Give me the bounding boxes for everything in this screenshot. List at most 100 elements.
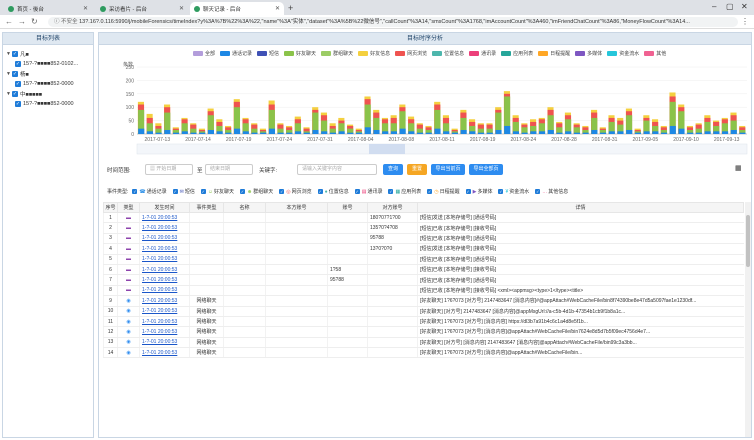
time-link[interactable]: 1-?-01 20:00:53 (142, 235, 177, 241)
time-cell[interactable]: 1-?-01 20:00:53 (139, 337, 190, 349)
tree-node[interactable]: ▼ ✓ 杨■ (6, 69, 90, 79)
event-type-option[interactable]: ✓ ● 位置信息 (317, 188, 349, 195)
time-link[interactable]: 1-?-01 20:00:53 (142, 308, 177, 314)
forward-icon[interactable]: → (18, 17, 26, 26)
table-row[interactable]: 12 ◉ 1-?-01 20:00:53 网络聊天 [好友聊天] 1?6?073 [对方… (103, 326, 744, 338)
event-type-option[interactable]: ✓ ▤ 通讯录 (354, 188, 382, 195)
legend-item[interactable]: 资金流水 (607, 49, 639, 57)
column-header[interactable]: 事件类型 (189, 202, 224, 213)
legend-item[interactable]: 通话记录 (220, 49, 252, 57)
legend-item[interactable]: 位置信息 (432, 49, 464, 57)
event-type-option[interactable]: ✓ ▦ 应用列表 (388, 188, 421, 195)
new-tab-icon[interactable]: + (288, 3, 293, 13)
column-header[interactable]: 名称 (223, 202, 266, 213)
checkbox[interactable]: ✓ (279, 189, 285, 194)
table-row[interactable]: 1 ▬ 1-?-01 20:00:53 180?07?1?00 [短信]发送 [本地存储… (103, 212, 744, 224)
time-link[interactable]: 1-?-01 20:00:53 (142, 277, 177, 283)
time-cell[interactable]: 1-?-01 20:00:53 (139, 285, 190, 297)
tree-node[interactable]: ▼ ✓ 凡■ (6, 49, 90, 59)
event-type-option[interactable]: ✓ ◷ 日程提醒 (427, 188, 460, 195)
event-type-option[interactable]: ✓ ▶ 多媒体 (465, 188, 492, 195)
keyword-input[interactable]: 请输入关键字内容 (297, 164, 377, 175)
search-button[interactable]: 查询 (383, 164, 403, 175)
reset-button[interactable]: 重置 (407, 164, 427, 175)
time-cell[interactable]: 1-?-01 20:00:53 (139, 326, 190, 338)
close-icon[interactable]: ✕ (179, 5, 184, 12)
time-cell[interactable]: 1-?-01 20:00:53 (139, 222, 190, 234)
time-cell[interactable]: 1-?-01 20:00:53 (139, 233, 190, 245)
time-cell[interactable]: 1-?-01 20:00:53 (139, 264, 190, 276)
table-row[interactable]: 5 ▬ 1-?-01 20:00:53 [短信]已收 [本地存储号] [通话号码] (103, 254, 744, 265)
checkbox[interactable]: ✓ (354, 189, 360, 194)
back-icon[interactable]: ← (5, 17, 13, 26)
checkbox[interactable]: ✓ (200, 189, 206, 194)
legend-item[interactable]: 多媒体 (575, 49, 602, 57)
time-link[interactable]: 1-?-01 20:00:53 (142, 319, 177, 325)
export-all-button[interactable]: 导出全部页 (469, 164, 503, 175)
legend-item[interactable]: 其他 (644, 49, 666, 57)
legend-item[interactable]: 好友信息 (358, 49, 390, 57)
legend-item[interactable]: 全部 (193, 49, 215, 57)
checkbox[interactable]: ✓ (132, 189, 138, 194)
column-header[interactable]: 账号 (327, 202, 368, 213)
legend-item[interactable]: 应用列表 (501, 49, 533, 57)
table-row[interactable]: 4 ▬ 1-?-01 20:00:53 13?0?0?0 [短信]发送 [本地存储号] … (103, 243, 744, 255)
event-type-option[interactable]: ✓… 其他信息 (535, 188, 568, 195)
legend-item[interactable]: 网页浏览 (395, 49, 427, 57)
table-row[interactable]: 9 ◉ 1-?-01 20:00:53 网络聊天 [好友聊天] 1?6?073 [对方号… (103, 295, 744, 307)
event-type-option[interactable]: ✓ ☺ 好友聊天 (200, 188, 234, 195)
legend-item[interactable]: 日程提醒 (538, 49, 570, 57)
checkbox[interactable]: ✓ (15, 61, 21, 67)
time-link[interactable]: 1-?-01 20:00:53 (142, 246, 177, 252)
tree-node[interactable]: ▼ ✓ 中■■■■■ (6, 89, 90, 99)
tree-leaf[interactable]: ✓ 15?-?■■■■852-0000 (6, 79, 90, 89)
time-link[interactable]: 1-?-01 20:00:53 (142, 215, 177, 221)
table-row[interactable]: 13 ◉ 1-?-01 20:00:53 网络聊天 [好友聊天] [对方号] [消息内容… (103, 337, 744, 349)
event-type-option[interactable]: ✓ ✉ 短信 (172, 188, 195, 195)
column-header[interactable]: 发生时间 (139, 202, 190, 213)
browser-tab[interactable]: 首页 - 後台 ✕ (4, 2, 92, 15)
time-link[interactable]: 1-?-01 20:00:53 (142, 267, 177, 273)
start-date-input[interactable]: ▦ 开始日期 (145, 164, 193, 175)
checkbox[interactable]: ✓ (15, 81, 21, 87)
export-page-button[interactable]: 导出当前页 (431, 164, 465, 175)
column-header[interactable]: 本方账号 (265, 202, 328, 213)
checkbox[interactable]: ✓ (535, 189, 541, 194)
table-row[interactable]: 2 ▬ 1-?-01 20:00:53 135?0?4?08 [短信]已收 [本地存储号… (103, 222, 744, 234)
zoom-slider-handle[interactable] (369, 144, 405, 154)
tree-leaf[interactable]: ✓ 15?-?■■■■852-0000 (6, 99, 90, 109)
browser-tab-active[interactable]: 聊天记录 - 后台 ✕ (190, 2, 284, 15)
tree-leaf[interactable]: ✓ 15?-?■■■■852-0102... (6, 59, 90, 69)
checkbox[interactable]: ✓ (12, 71, 18, 77)
column-header[interactable]: 类型 (117, 202, 140, 213)
time-cell[interactable]: 1-?-01 20:00:53 (139, 212, 190, 224)
checkbox[interactable]: ✓ (12, 51, 18, 57)
scrollbar-thumb[interactable] (746, 215, 750, 267)
column-header[interactable]: 序号 (103, 202, 118, 213)
time-cell[interactable]: 1-?-01 20:00:53 (139, 295, 190, 307)
legend-item[interactable]: 通讯录 (469, 49, 496, 57)
legend-item[interactable]: 好友聊天 (284, 49, 316, 57)
checkbox[interactable]: ✓ (15, 101, 21, 107)
time-cell[interactable]: 1-?-01 20:00:53 (139, 254, 190, 265)
end-date-input[interactable]: 结束日期 (205, 164, 253, 175)
table-row[interactable]: 10 ◉ 1-?-01 20:00:53 网络聊天 [好友聊天] [对方号] 21474… (103, 306, 744, 317)
checkbox[interactable]: ✓ (465, 189, 471, 194)
legend-item[interactable]: 群组聊天 (321, 49, 353, 57)
column-header[interactable]: 对方账号 (367, 202, 418, 213)
checkbox[interactable]: ✓ (239, 189, 245, 194)
table-row[interactable]: 8 ▬ 1-?-01 20:00:53 [短信]已收 [本地存储号] [接收号码] <… (103, 285, 744, 297)
column-header[interactable]: 详情 (417, 202, 744, 213)
time-link[interactable]: 1-?-01 20:00:53 (142, 298, 177, 304)
reload-icon[interactable]: ↻ (31, 17, 38, 26)
table-row[interactable]: 7 ▬ 1-?-01 20:00:53 95?88 [短信]已收 [本地存储号] [通话… (103, 274, 744, 286)
minimize-icon[interactable]: – (712, 2, 716, 11)
table-row[interactable]: 11 ◉ 1-?-01 20:00:53 网络聊天 [好友聊天] 1?6?073 [对方… (103, 316, 744, 328)
event-type-option[interactable]: ✓ ☎ 通话记录 (132, 188, 167, 195)
legend-item[interactable]: 短信 (257, 49, 279, 57)
checkbox[interactable]: ✓ (498, 189, 504, 194)
time-link[interactable]: 1-?-01 20:00:53 (142, 350, 177, 356)
close-icon[interactable]: ✕ (275, 5, 280, 12)
event-type-option[interactable]: ✓ ¥ 资金流水 (498, 188, 529, 195)
time-cell[interactable]: 1-?-01 20:00:53 (139, 274, 190, 286)
